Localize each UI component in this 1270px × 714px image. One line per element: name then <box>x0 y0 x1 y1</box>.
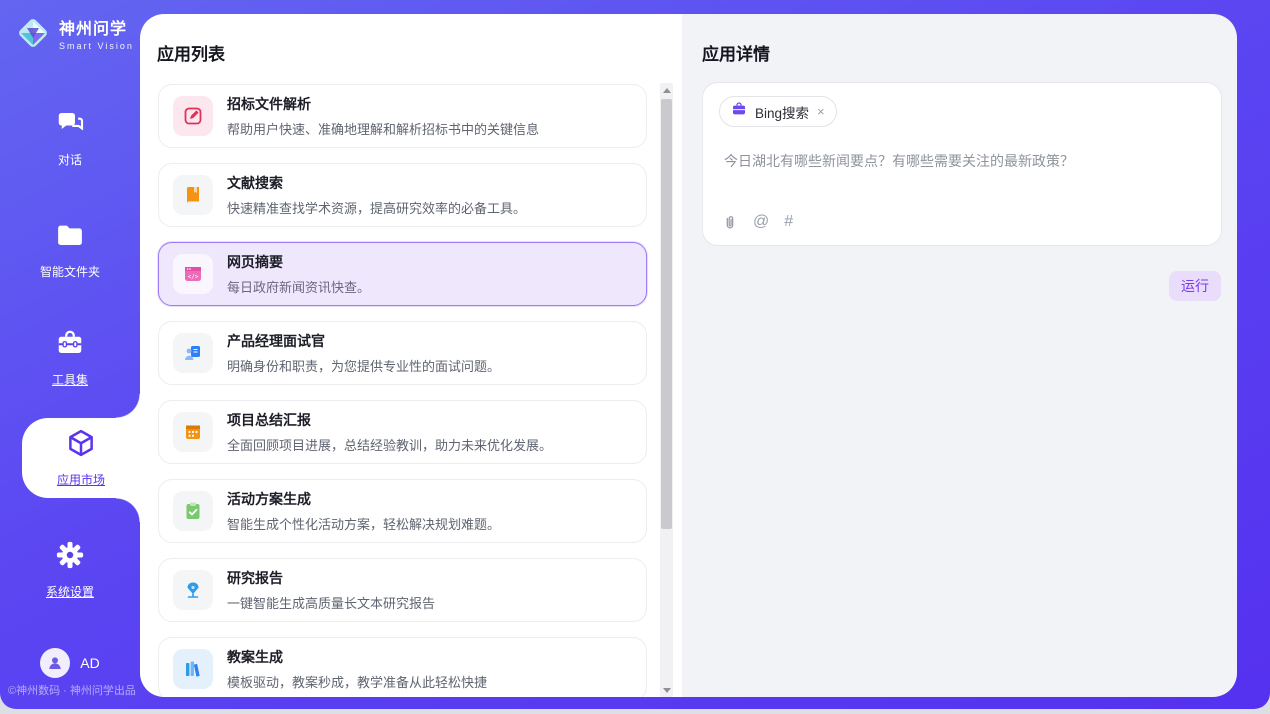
scroll-up-arrow-icon[interactable] <box>660 83 673 97</box>
app-list-panel: 应用列表 招标文件解析 帮助用户快速、准确地理解和解析招标书中的关键信息 <box>140 14 682 697</box>
interviewer-icon <box>173 333 213 373</box>
tool-chip-label: Bing搜索 <box>755 102 809 122</box>
app-name: 文献搜索 <box>227 173 526 193</box>
app-card-project-summary[interactable]: 项目总结汇报 全面回顾项目进展，总结经验教训，助力未来优化发展。 <box>158 400 647 464</box>
sidebar-item-label: 对话 <box>58 151 82 168</box>
mention-icon[interactable]: @ <box>753 213 769 231</box>
clipboard-check-icon <box>173 491 213 531</box>
user-initials: AD <box>80 655 99 671</box>
sidebar: 神州问学 Smart Vision 对话 智能文件夹 <box>0 0 140 709</box>
app-desc: 快速精准查找学术资源，提高研究效率的必备工具。 <box>227 198 526 217</box>
tool-chip-bing-search[interactable]: Bing搜索 × <box>719 96 837 127</box>
app-card-lesson-plan[interactable]: 教案生成 模板驱动，教案秒成，教学准备从此轻松快捷 <box>158 637 647 697</box>
sidebar-footer-text: ©神州数码 · 神州问学出品 <box>8 682 136 698</box>
app-card-research-report[interactable]: 研究报告 一键智能生成高质量长文本研究报告 <box>158 558 647 622</box>
paperclip-icon[interactable] <box>722 214 738 231</box>
app-name: 教案生成 <box>227 647 487 667</box>
scrollbar-thumb[interactable] <box>661 99 672 529</box>
folder-icon <box>55 220 85 255</box>
book-icon <box>173 175 213 215</box>
toolbox-icon <box>55 328 85 363</box>
app-card-pm-interviewer[interactable]: 产品经理面试官 明确身份和职责，为您提供专业性的面试问题。 <box>158 321 647 385</box>
gear-icon <box>55 540 85 575</box>
cube-icon <box>66 428 96 463</box>
sidebar-item-settings[interactable]: 系统设置 <box>0 540 140 600</box>
app-list-scrollbar[interactable] <box>660 83 673 697</box>
app-name: 网页摘要 <box>227 252 370 272</box>
app-name: 项目总结汇报 <box>227 410 552 430</box>
sidebar-item-toolset[interactable]: 工具集 <box>0 328 140 388</box>
app-card-bid-document-analysis[interactable]: 招标文件解析 帮助用户快速、准确地理解和解析招标书中的关键信息 <box>158 84 647 148</box>
app-desc: 明确身份和职责，为您提供专业性的面试问题。 <box>227 356 500 375</box>
app-name: 招标文件解析 <box>227 94 539 114</box>
books-icon <box>173 649 213 689</box>
app-card-web-summary[interactable]: </> 网页摘要 每日政府新闻资讯快查。 <box>158 242 647 306</box>
sidebar-item-label: 工具集 <box>52 371 88 388</box>
chip-close-icon[interactable]: × <box>817 105 825 118</box>
sidebar-item-chat[interactable]: 对话 <box>0 108 140 168</box>
prompt-card[interactable]: Bing搜索 × 今日湖北有哪些新闻要点？有哪些需要关注的最新政策？ @ # <box>702 82 1222 246</box>
app-list-title: 应用列表 <box>157 40 225 65</box>
brand-name: 神州问学 <box>59 15 134 39</box>
hashtag-icon[interactable]: # <box>784 213 793 231</box>
brand-logo-icon <box>14 14 52 52</box>
brand-subtitle: Smart Vision <box>59 41 134 51</box>
scroll-down-arrow-icon[interactable] <box>660 683 673 697</box>
app-name: 研究报告 <box>227 568 435 588</box>
sidebar-item-label: 系统设置 <box>46 583 94 600</box>
pen-report-icon <box>173 570 213 610</box>
sidebar-item-label: 智能文件夹 <box>40 263 100 280</box>
browser-code-icon: </> <box>173 254 213 294</box>
app-desc: 模板驱动，教案秒成，教学准备从此轻松快捷 <box>227 672 487 691</box>
run-button[interactable]: 运行 <box>1169 271 1221 301</box>
briefcase-icon <box>731 101 747 122</box>
app-name: 产品经理面试官 <box>227 331 500 351</box>
edit-document-icon <box>173 96 213 136</box>
prompt-input[interactable]: 今日湖北有哪些新闻要点？有哪些需要关注的最新政策？ <box>724 151 1204 171</box>
app-card-event-plan[interactable]: 活动方案生成 智能生成个性化活动方案，轻松解决规划难题。 <box>158 479 647 543</box>
avatar <box>40 648 70 678</box>
chat-icon <box>55 108 85 143</box>
calendar-report-icon <box>173 412 213 452</box>
app-desc: 全面回顾项目进展，总结经验教训，助力未来优化发展。 <box>227 435 552 454</box>
app-desc: 每日政府新闻资讯快查。 <box>227 277 370 296</box>
app-name: 活动方案生成 <box>227 489 500 509</box>
svg-text:</>: </> <box>188 274 199 281</box>
prompt-toolbar: @ # <box>722 213 793 231</box>
sidebar-item-label: 应用市场 <box>57 471 105 488</box>
app-detail-title: 应用详情 <box>702 40 770 65</box>
app-desc: 智能生成个性化活动方案，轻松解决规划难题。 <box>227 514 500 533</box>
sidebar-item-smart-folder[interactable]: 智能文件夹 <box>0 220 140 280</box>
app-desc: 帮助用户快速、准确地理解和解析招标书中的关键信息 <box>227 119 539 138</box>
app-detail-panel: 应用详情 Bing搜索 × 今日湖北有哪些新闻要点？有哪些需要关注的最新政策？ … <box>682 14 1237 697</box>
user-account[interactable]: AD <box>0 648 140 678</box>
sidebar-item-app-market[interactable]: 应用市场 <box>22 418 140 498</box>
app-card-literature-search[interactable]: 文献搜索 快速精准查找学术资源，提高研究效率的必备工具。 <box>158 163 647 227</box>
brand-logo: 神州问学 Smart Vision <box>14 14 134 52</box>
app-desc: 一键智能生成高质量长文本研究报告 <box>227 593 435 612</box>
app-list: 招标文件解析 帮助用户快速、准确地理解和解析招标书中的关键信息 文献搜索 快速精… <box>158 84 647 697</box>
